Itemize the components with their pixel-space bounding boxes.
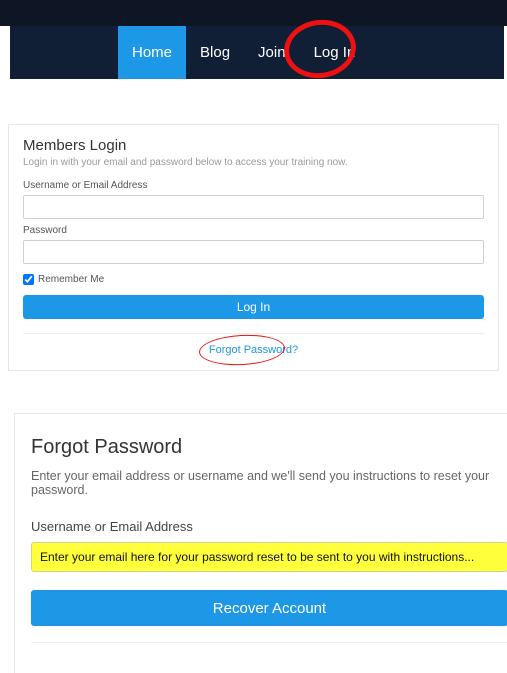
recover-account-label: Recover Account: [213, 600, 326, 617]
nav-home[interactable]: Home: [118, 26, 186, 79]
login-submit-label: Log In: [237, 300, 270, 314]
nav-join[interactable]: Join: [244, 26, 300, 79]
remember-me-row[interactable]: Remember Me: [23, 274, 484, 285]
forgot-username-label: Username or Email Address: [31, 519, 507, 534]
login-password-input[interactable]: [23, 240, 484, 264]
login-username-input[interactable]: [23, 195, 484, 219]
recover-account-button[interactable]: Recover Account: [31, 590, 507, 626]
remember-me-label: Remember Me: [38, 274, 104, 285]
forgot-password-link[interactable]: Forgot Password?: [209, 344, 298, 356]
nav-join-label: Join: [258, 44, 286, 61]
forgot-row: Forgot Password?: [23, 333, 484, 356]
forgot-title: Forgot Password: [31, 436, 507, 459]
nav-login[interactable]: Log In: [300, 26, 370, 79]
login-submit-button[interactable]: Log In: [23, 295, 484, 319]
login-card: Members Login Login in with your email a…: [8, 124, 499, 371]
login-password-label: Password: [23, 225, 484, 236]
top-strip: [0, 0, 507, 26]
nav-blog[interactable]: Blog: [186, 26, 244, 79]
login-title: Members Login: [23, 137, 484, 154]
login-username-label: Username or Email Address: [23, 180, 484, 191]
forgot-card: Forgot Password Enter your email address…: [14, 413, 507, 673]
nav-blog-label: Blog: [200, 44, 230, 61]
forgot-description: Enter your email address or username and…: [31, 469, 507, 497]
navbar: Home Blog Join Log In: [10, 26, 504, 79]
forgot-password-label: Forgot Password?: [209, 344, 298, 356]
forgot-username-input[interactable]: [31, 542, 507, 572]
navbar-wrap: Home Blog Join Log In: [0, 26, 507, 79]
nav-home-label: Home: [132, 44, 172, 61]
divider: [31, 642, 507, 643]
nav-login-label: Log In: [314, 44, 356, 61]
remember-me-checkbox[interactable]: [23, 274, 34, 285]
login-subtitle: Login in with your email and password be…: [23, 157, 484, 168]
